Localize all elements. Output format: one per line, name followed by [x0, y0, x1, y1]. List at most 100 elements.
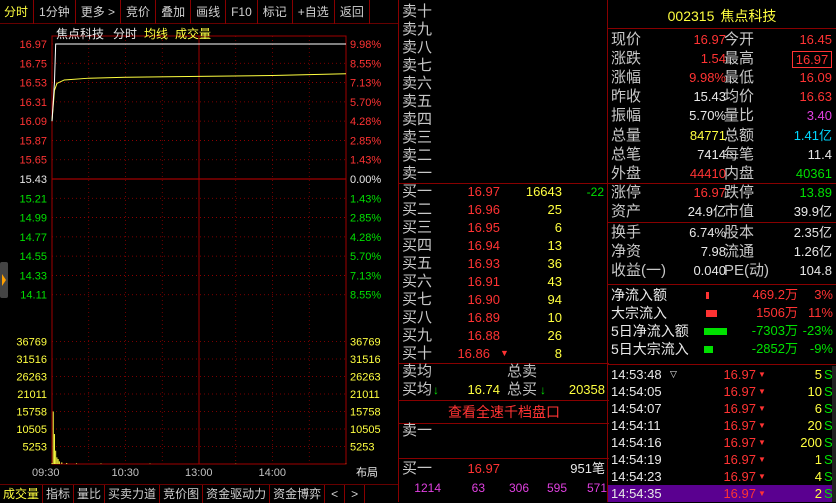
fund-flow-label: 5日大宗流入: [611, 341, 689, 357]
quote-label: 昨收: [611, 88, 642, 106]
buy-average-row: 买均 ↓ 16.74 总买 ↓ 20358: [399, 381, 609, 399]
buy-level-row[interactable]: 买九 16.88 26: [399, 327, 609, 345]
sell-level-row[interactable]: 卖七: [399, 57, 609, 75]
level2-sell-row: 卖一: [399, 422, 609, 440]
buy-level-row[interactable]: 买四 16.94 13: [399, 237, 609, 255]
tab-fund-game[interactable]: 资金博弈: [270, 485, 326, 503]
toolbar-overlay-button[interactable]: 叠加: [156, 0, 192, 24]
toolbar-1min-button[interactable]: 1分钟: [34, 0, 76, 24]
fund-flow-value: 1506万: [756, 305, 798, 320]
quote-label: 涨幅: [611, 69, 642, 87]
sell-level-row[interactable]: 卖八: [399, 39, 609, 57]
fund-flow-bar: [704, 328, 727, 335]
toolbar-back-button[interactable]: 返回: [335, 0, 370, 24]
buy-level-row[interactable]: 买三 16.95 6: [399, 219, 609, 237]
tab-volume-ratio[interactable]: 量比: [74, 485, 106, 503]
fund-flow-row: 大宗流入 1506万 11%: [608, 304, 836, 322]
tab-auction-chart[interactable]: 竞价图: [160, 485, 204, 503]
sell-level-row[interactable]: 卖三: [399, 129, 609, 147]
toolbar-mark-button[interactable]: 标记: [258, 0, 293, 24]
pct-tick-label: 8.55%: [350, 58, 381, 70]
buy-level-row[interactable]: 买五 16.93 36: [399, 255, 609, 273]
level2-queue-order: 571: [586, 481, 607, 495]
chart-header-vol-label: 成交量: [175, 26, 211, 41]
sell-average-row: 卖均 总卖: [399, 363, 609, 381]
sell-level-row[interactable]: 卖四: [399, 111, 609, 129]
sell-level-row[interactable]: 卖六: [399, 75, 609, 93]
quote-value: 6.74%: [689, 225, 726, 240]
tab-volume[interactable]: 成交量: [0, 485, 44, 503]
level2-queue-order: 595: [546, 481, 567, 495]
level2-buy-count: 951笔: [570, 461, 605, 476]
sell-level-row[interactable]: 卖九: [399, 21, 609, 39]
buy-total-value: 20358: [568, 382, 605, 397]
buy-level-row[interactable]: 买六 16.91 43: [399, 273, 609, 291]
quote-value: 15.43: [693, 89, 726, 105]
quote-row: 总笔 7414 每笔 11.4: [608, 145, 836, 164]
intraday-chart[interactable]: 焦点科技 分时 均线 成交量 16.97 9.98% 16.75 8.55% 16.53 7.13…: [0, 24, 398, 484]
tick-row[interactable]: 14:53:48 ▽ 16.97 ▼ 5 S: [608, 366, 836, 383]
tick-scrollbar[interactable]: [832, 366, 836, 502]
tab-buy-sell-force[interactable]: 买卖力道: [105, 485, 161, 503]
pct-tick-label: 1.43%: [350, 193, 381, 205]
tab-next-button[interactable]: >: [345, 485, 366, 503]
buy-level-row[interactable]: 买十 16.86 ▼ 8: [399, 345, 609, 363]
toolbar-f10-button[interactable]: F10: [226, 0, 258, 24]
toolbar-add-watch-button[interactable]: +自选: [293, 0, 335, 24]
buy-level-label: 买六: [402, 273, 433, 290]
intraday-chart-svg[interactable]: 焦点科技 分时 均线 成交量 16.97 9.98% 16.75 8.55% 16.53 7.13…: [0, 24, 398, 484]
volume-tick-label: 15758: [16, 407, 47, 419]
tick-row[interactable]: 14:54:23 16.97 ▼ 4 S: [608, 468, 836, 485]
sell-level-row[interactable]: 卖十: [399, 3, 609, 21]
tick-volume: 200: [800, 435, 822, 450]
buy-level-volume: 94: [547, 292, 562, 307]
volume-tick-label-right: 31516: [350, 354, 381, 366]
tick-row[interactable]: 14:54:35 16.97 ▼ 2 S: [608, 485, 836, 502]
toolbar-intraday-button[interactable]: 分时: [0, 0, 35, 24]
pct-tick-label: 1.43%: [350, 155, 381, 167]
quote-value: 16.97: [693, 185, 726, 200]
layout-label[interactable]: 布局: [356, 466, 378, 479]
fund-flow-pct: -9%: [809, 341, 833, 356]
tab-indicator[interactable]: 指标: [43, 485, 75, 503]
toolbar-draw-button[interactable]: 画线: [191, 0, 227, 24]
pct-tick-label: 2.85%: [350, 135, 381, 147]
volume-tick-label-right: 26263: [350, 372, 381, 384]
buy-level-row[interactable]: 买二 16.96 25: [399, 201, 609, 219]
toolbar-more-button[interactable]: 更多 >: [76, 0, 122, 24]
quote-row: 外盘 44410 内盘 40361: [608, 164, 836, 183]
tick-row[interactable]: 14:54:05 16.97 ▼ 10 S: [608, 383, 836, 400]
full-book-link[interactable]: 查看全速千档盘口: [399, 401, 609, 423]
sell-level-row[interactable]: 卖五: [399, 93, 609, 111]
fund-flow-row: 5日大宗流入 -2852万 -9%: [608, 340, 836, 358]
sell-level-row[interactable]: 卖一: [399, 165, 609, 183]
buy-average-price: 16.74: [467, 382, 500, 397]
tick-row[interactable]: 14:54:19 16.97 ▼ 1 S: [608, 451, 836, 468]
buy-level-price: 16.91: [467, 274, 500, 289]
volume-tick-label: 31516: [16, 354, 47, 366]
buy-level-volume: 36: [547, 256, 562, 271]
quote-row: 涨幅 9.98% 最低 16.09: [608, 68, 836, 87]
level2-buy-price: 16.97: [467, 461, 500, 476]
toolbar-auction-button[interactable]: 竞价: [121, 0, 157, 24]
pct-tick-label: 4.28%: [350, 232, 381, 244]
buy-level-row[interactable]: 买八 16.89 10: [399, 309, 609, 327]
sell-average-label: 卖均: [402, 363, 433, 380]
pct-tick-label: 5.70%: [350, 97, 381, 109]
tick-row[interactable]: 14:54:11 16.97 ▼ 20 S: [608, 417, 836, 434]
quote-label: 跌停: [724, 184, 755, 201]
indicator-tabs: 成交量 指标 量比 买卖力道 竞价图 资金驱动力 资金博弈 < >: [0, 484, 398, 503]
tick-row[interactable]: 14:54:16 16.97 ▼ 200 S: [608, 434, 836, 451]
fund-flow-bar: [706, 310, 717, 317]
tick-row[interactable]: 14:54:07 16.97 ▼ 6 S: [608, 400, 836, 417]
tab-prev-button[interactable]: <: [325, 485, 346, 503]
tab-fund-drive[interactable]: 资金驱动力: [203, 485, 271, 503]
buy-level-price: 16.96: [467, 202, 500, 217]
buy-level-row[interactable]: 买七 16.90 94: [399, 291, 609, 309]
sell-level-label: 卖八: [402, 39, 433, 56]
buy-level-row[interactable]: 买一 16.97 16643 -22: [399, 183, 609, 201]
fund-flow-pct: 3%: [814, 287, 833, 302]
fund-flow-row: 净流入额 469.2万 3%: [608, 286, 836, 304]
buy-level-label: 买十: [402, 345, 433, 362]
sell-level-row[interactable]: 卖二: [399, 147, 609, 165]
